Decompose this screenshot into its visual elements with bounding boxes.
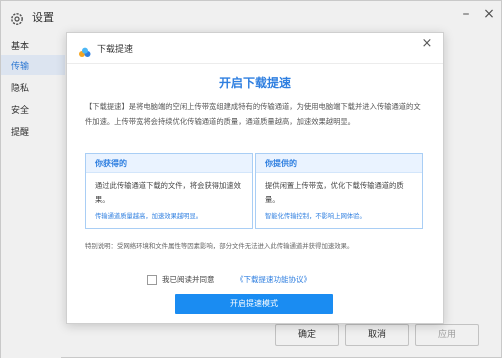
- gain-card-header: 你获得的: [86, 154, 252, 173]
- gain-card-title: 你获得的: [95, 159, 127, 168]
- agree-label: 我已阅读并同意: [162, 275, 215, 284]
- agreement-link[interactable]: 《下载提速功能协议》: [236, 274, 311, 286]
- provide-card-header: 你提供的: [256, 154, 422, 173]
- agree-checkbox[interactable]: [147, 275, 157, 285]
- provide-card-note: 智能化传输控制，不影响上网体验。: [265, 213, 366, 220]
- dialog-title: 下载提速: [97, 45, 134, 55]
- provide-card: 你提供的 提供闲置上传带宽，优化下载传输通道的质量。 智能化传输控制，不影响上网…: [255, 153, 423, 229]
- provide-card-body: 提供闲置上传带宽，优化下载传输通道的质量。: [265, 181, 404, 204]
- dialog-divider: [67, 63, 443, 64]
- special-note: 特别说明：受网络环境和文件属性等因素影响，部分文件无法进入此传输通道并获得加速效…: [85, 242, 354, 250]
- gain-card-note: 传输通道质量越高，加速效果越明显。: [95, 213, 203, 220]
- gain-card: 你获得的 通过此传输通道下载的文件，将会获得加速效果。 传输通道质量越高，加速效…: [85, 153, 253, 229]
- download-acceleration-dialog: 下载提速 × 开启下载提速 【下载提速】是将电脑端的空闲上传带宽组建成特有的传输…: [66, 32, 444, 324]
- dialog-close-button[interactable]: ×: [418, 35, 436, 53]
- provide-card-title: 你提供的: [265, 159, 297, 168]
- enable-acceleration-button[interactable]: 开启提速模式: [175, 294, 333, 314]
- gain-card-body: 通过此传输通道下载的文件，将会获得加速效果。: [95, 181, 241, 204]
- dialog-heading: 开启下载提速: [218, 76, 291, 90]
- cloud-logo-icon: [78, 44, 92, 57]
- dialog-description: 【下载提速】是将电脑端的空闲上传带宽组建成特有的传输通道，为使用电脑端下载并进入…: [85, 102, 421, 126]
